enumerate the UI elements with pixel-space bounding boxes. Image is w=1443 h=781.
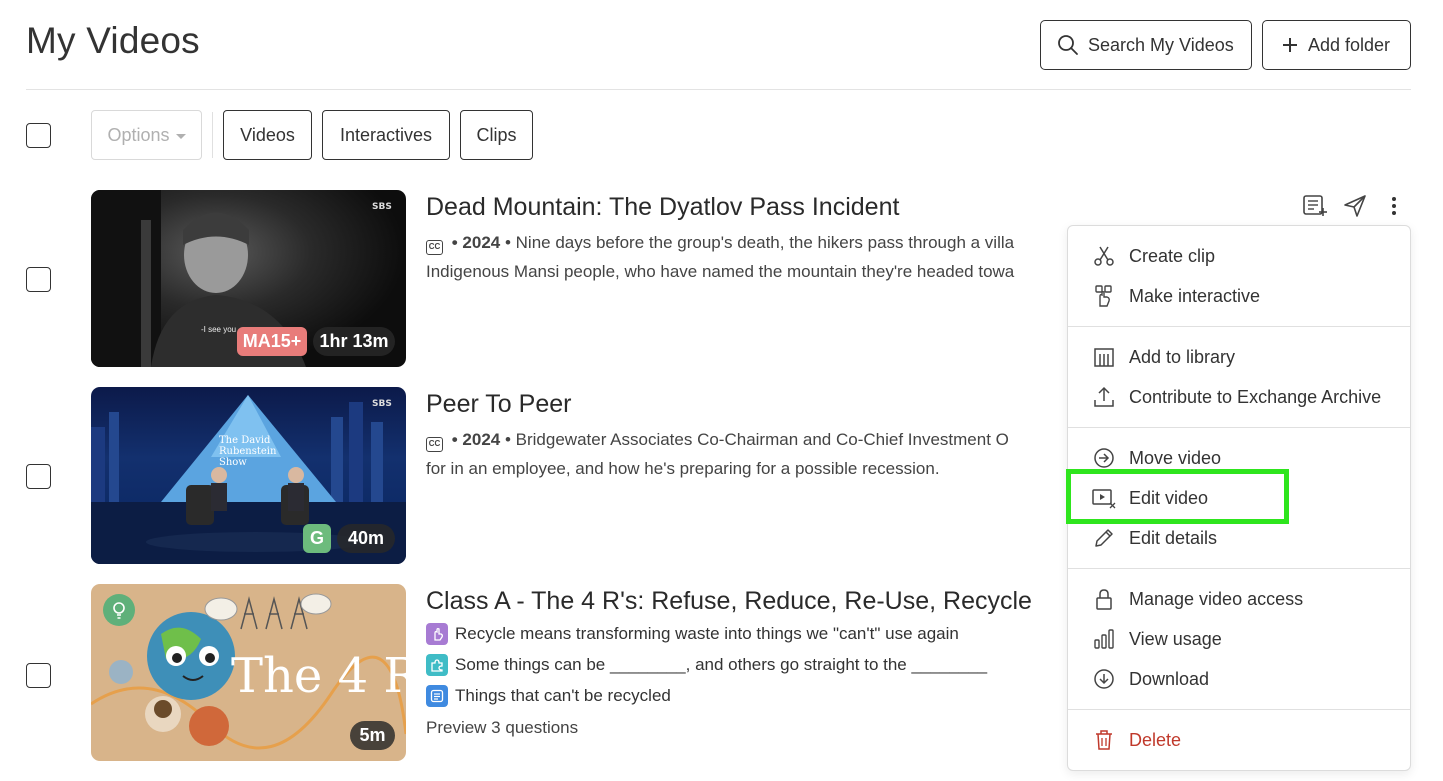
menu-item-create-clip[interactable]: Create clip — [1068, 236, 1410, 276]
interactive-hand-icon — [426, 623, 448, 645]
menu-separator — [1068, 568, 1410, 569]
filter-videos-label: Videos — [240, 124, 295, 145]
add-folder-button[interactable]: Add folder — [1262, 20, 1411, 70]
download-icon — [1092, 667, 1116, 691]
menu-item-label: Create clip — [1129, 245, 1216, 266]
video-title[interactable]: Peer To Peer — [426, 390, 571, 419]
interactive-hand-icon — [1092, 284, 1116, 308]
video-thumbnail[interactable]: The 4 R's 5m — [91, 584, 406, 761]
video-year: 2024 — [462, 233, 501, 252]
lock-icon — [1092, 587, 1116, 611]
more-options-icon[interactable] — [1386, 194, 1402, 218]
scissors-icon — [1092, 244, 1116, 268]
caret-down-icon — [175, 133, 186, 139]
search-icon — [1058, 35, 1078, 55]
question-text: Things that can't be recycled — [455, 686, 671, 705]
question-text: Recycle means transforming waste into th… — [455, 624, 959, 643]
menu-item-make-interactive[interactable]: Make interactive — [1068, 276, 1410, 316]
duration-badge: 1hr 13m — [313, 327, 395, 356]
search-my-videos-button[interactable]: Search My Videos — [1040, 20, 1252, 70]
video-row-checkbox[interactable] — [26, 267, 51, 292]
select-all-checkbox[interactable] — [26, 123, 51, 148]
trash-icon — [1092, 728, 1116, 752]
list-icon — [426, 685, 448, 707]
menu-item-add-to-library[interactable]: Add to library — [1068, 337, 1410, 377]
question-text: Some things can be ________, and others … — [455, 655, 988, 674]
filter-separator — [212, 112, 213, 158]
thumbnail-caption: -I see you — [201, 325, 237, 334]
menu-item-delete[interactable]: Delete — [1068, 720, 1410, 760]
video-title[interactable]: Dead Mountain: The Dyatlov Pass Incident — [426, 193, 899, 222]
video-description-line: CC • 2024 • Bridgewater Associates Co-Ch… — [426, 425, 1009, 454]
closed-captions-icon: CC — [426, 240, 443, 255]
lightbulb-icon — [113, 602, 125, 619]
thumbnail-caption: The 4 R's — [231, 648, 406, 704]
rating-badge: G — [303, 524, 331, 553]
pencil-icon — [1092, 526, 1116, 550]
menu-item-edit-details[interactable]: Edit details — [1068, 518, 1410, 558]
menu-separator — [1068, 709, 1410, 710]
video-row-checkbox[interactable] — [26, 464, 51, 489]
thumbnail-caption: The David Rubenstein Show — [219, 435, 277, 468]
question-row: Things that can't be recycled — [426, 685, 671, 707]
menu-separator — [1068, 326, 1410, 327]
search-button-label: Search My Videos — [1088, 34, 1234, 55]
video-row-checkbox[interactable] — [26, 663, 51, 688]
filter-interactives-button[interactable]: Interactives — [322, 110, 450, 160]
preview-questions-link[interactable]: Preview 3 questions — [426, 713, 578, 742]
svg-text:SBS: SBS — [372, 399, 392, 409]
send-icon[interactable] — [1343, 194, 1367, 218]
menu-item-label: Add to library — [1129, 346, 1236, 367]
menu-item-label: Move video — [1129, 447, 1222, 468]
video-description: Bridgewater Associates Co-Chairman and C… — [515, 430, 1009, 449]
video-thumbnail[interactable]: SBS -I see you MA15+ 1hr 13m — [91, 190, 406, 367]
menu-item-download[interactable]: Download — [1068, 659, 1410, 699]
add-to-list-icon[interactable] — [1302, 194, 1328, 218]
menu-item-label: Make interactive — [1129, 285, 1261, 306]
filter-interactives-label: Interactives — [339, 124, 433, 145]
video-year: 2024 — [462, 430, 501, 449]
options-label: Options — [107, 124, 170, 145]
filter-clips-button[interactable]: Clips — [460, 110, 533, 160]
video-description: Nine days before the group's death, the … — [515, 233, 1015, 252]
menu-item-contribute[interactable]: Contribute to Exchange Archive — [1068, 377, 1410, 417]
menu-item-label: View usage — [1129, 628, 1222, 649]
puzzle-icon — [426, 654, 448, 676]
question-row: Some things can be ________, and others … — [426, 654, 987, 676]
menu-item-label: Delete — [1129, 729, 1182, 750]
menu-item-manage-access[interactable]: Manage video access — [1068, 579, 1410, 619]
header-divider — [26, 89, 1411, 90]
upload-icon — [1092, 385, 1116, 409]
library-icon — [1092, 345, 1116, 369]
question-row: Recycle means transforming waste into th… — [426, 623, 959, 645]
options-dropdown[interactable]: Options — [91, 110, 202, 160]
duration-badge: 5m — [350, 721, 395, 750]
video-description-line-2: for in an employee, and how he's prepari… — [426, 459, 940, 478]
svg-text:SBS: SBS — [372, 202, 392, 212]
menu-item-label: Download — [1129, 668, 1210, 689]
closed-captions-icon: CC — [426, 437, 443, 452]
filter-videos-button[interactable]: Videos — [223, 110, 312, 160]
edit-video-highlight — [1066, 469, 1289, 524]
plus-icon — [1283, 38, 1297, 52]
menu-item-view-usage[interactable]: View usage — [1068, 619, 1410, 659]
filter-clips-label: Clips — [476, 124, 517, 145]
video-description-line: CC • 2024 • Nine days before the group's… — [426, 228, 1014, 257]
menu-item-label: Manage video access — [1129, 588, 1304, 609]
menu-item-label: Contribute to Exchange Archive — [1129, 386, 1382, 407]
arrow-circle-right-icon — [1092, 446, 1116, 470]
video-title[interactable]: Class A - The 4 R's: Refuse, Reduce, Re-… — [426, 587, 1032, 616]
add-folder-label: Add folder — [1308, 34, 1391, 55]
bar-chart-icon — [1092, 627, 1116, 651]
rating-badge: MA15+ — [237, 327, 307, 356]
video-description-line-2: Indigenous Mansi people, who have named … — [426, 262, 1015, 281]
page-title: My Videos — [26, 20, 200, 61]
menu-separator — [1068, 427, 1410, 428]
menu-item-label: Edit details — [1129, 527, 1218, 548]
video-thumbnail[interactable]: SBS The David Rubenstein Show G 40m — [91, 387, 406, 564]
duration-badge: 40m — [337, 524, 395, 553]
